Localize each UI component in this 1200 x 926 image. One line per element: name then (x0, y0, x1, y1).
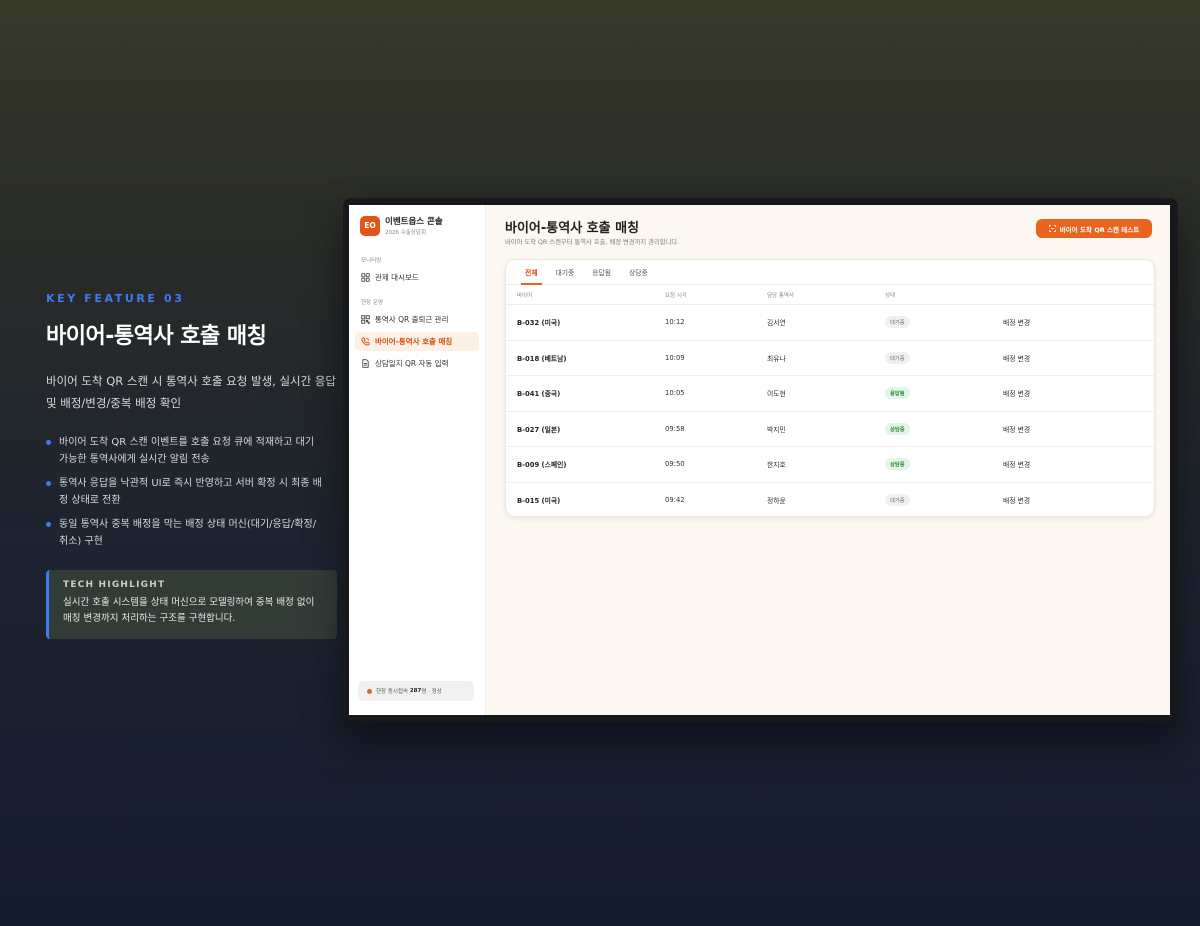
tech-highlight-text: 실시간 호출 시스템을 상태 머신으로 모델링하여 중복 배정 없이 매칭 변경… (63, 597, 315, 624)
table-row: B-018 (베트남) 10:09 최유나 대기중 배정 변경 (506, 341, 1154, 376)
brand: EO 이벤트옵스 콘솔 2026 수출상담회 (349, 205, 485, 236)
feature-title: 바이어-통역사 호출 매칭 (46, 324, 267, 349)
interpreter-cell: 정하윤 (767, 496, 786, 505)
feature-bullet: 통역사 응답을 낙관적 UI로 즉시 반영하고 서버 확정 시 최종 배정 상태… (46, 475, 324, 509)
time-cell: 10:09 (665, 353, 685, 362)
buyer-cell: B-009 (스페인) (517, 461, 567, 470)
reassign-link[interactable]: 배정 변경 (1003, 317, 1154, 327)
table-row: B-041 (중국) 10:05 이도현 응답됨 배정 변경 (506, 376, 1154, 412)
time-cell: 09:58 (665, 424, 685, 433)
time-cell: 10:12 (665, 318, 685, 327)
interpreter-cell: 박지민 (767, 425, 786, 434)
main-content: 바이어-통역사 호출 매칭 바이어 도착 QR 스캔부터 통역사 호출, 배정 … (486, 205, 1170, 715)
tab-consulting[interactable]: 상담중 (620, 260, 657, 284)
bullet-dot-icon (46, 440, 51, 445)
reassign-link[interactable]: 배정 변경 (1003, 353, 1154, 363)
sidebar-item-label: 바이어-통역사 호출 매칭 (375, 337, 453, 346)
table-header: 바이어 요청 시각 담당 통역사 상태 (506, 285, 1154, 305)
bullet-dot-icon (46, 522, 51, 527)
sidebar: EO 이벤트옵스 콘솔 2026 수출상담회 모니터링 관제 대시보드 현장 운… (349, 205, 486, 715)
table-row: B-032 (미국) 10:12 김서연 대기중 배정 변경 (506, 305, 1154, 341)
column-buyer: 바이어 (517, 292, 533, 299)
sidebar-item-label: 상담일지 QR 자동 입력 (375, 359, 449, 368)
call-table-card: 전체 대기중 응답됨 상담중 바이어 요청 시각 담당 통역사 상태 B-032… (505, 259, 1155, 517)
feature-bullet: 동일 통역사 중복 배정을 막는 배정 상태 머신(대기/응답/확정/취소) 구… (46, 516, 324, 550)
tab-all[interactable]: 전체 (516, 260, 547, 285)
table-row: B-015 (미국) 09:42 정하윤 대기중 배정 변경 (506, 483, 1154, 517)
column-interpreter: 담당 통역사 (767, 292, 795, 299)
sidebar-section-ops: 현장 운영 (361, 300, 383, 306)
feature-eyebrow: KEY FEATURE 03 (46, 292, 185, 305)
time-cell: 09:50 (665, 460, 685, 469)
time-cell: 10:05 (665, 389, 685, 398)
status-badge: 상담중 (885, 458, 910, 471)
interpreter-cell: 최유나 (767, 354, 786, 363)
reassign-link[interactable]: 배정 변경 (1003, 388, 1154, 398)
buyer-cell: B-027 (일본) (517, 425, 561, 434)
qr-icon (361, 315, 370, 324)
tech-highlight-box: TECH HIGHLIGHT 실시간 호출 시스템을 상태 머신으로 모델링하여… (46, 570, 337, 639)
status-badge: 대기중 (885, 316, 910, 329)
buyer-cell: B-018 (베트남) (517, 354, 567, 363)
page-title: 바이어-통역사 호출 매칭 (505, 221, 640, 236)
sidebar-item-consult-log[interactable]: 상담일지 QR 자동 입력 (355, 354, 479, 373)
qr-scan-test-button[interactable]: 바이어 도착 QR 스캔 테스트 (1036, 219, 1152, 238)
interpreter-cell: 김서연 (767, 319, 786, 328)
sidebar-item-label: 통역사 QR 출퇴근 관리 (375, 315, 449, 324)
buyer-cell: B-015 (미국) (517, 496, 561, 505)
interpreter-cell: 이도현 (767, 390, 786, 399)
status-dot-icon (367, 688, 372, 694)
app-screen: EO 이벤트옵스 콘솔 2026 수출상담회 모니터링 관제 대시보드 현장 운… (349, 205, 1170, 715)
buyer-cell: B-032 (미국) (517, 319, 561, 328)
reassign-link[interactable]: 배정 변경 (1003, 424, 1154, 434)
sidebar-item-dashboard[interactable]: 관제 대시보드 (355, 268, 479, 287)
tab-waiting[interactable]: 대기중 (547, 260, 584, 284)
status-badge: 상담중 (885, 422, 910, 435)
sidebar-item-call-matching[interactable]: 바이어-통역사 호출 매칭 (355, 332, 479, 351)
brand-logo: EO (360, 215, 380, 236)
tab-responded[interactable]: 응답됨 (583, 260, 620, 284)
table-row: B-009 (스페인) 09:50 한지호 상담중 배정 변경 (506, 447, 1154, 483)
qr-scan-icon (1048, 225, 1056, 232)
sidebar-item-label: 관제 대시보드 (375, 273, 419, 282)
time-cell: 09:42 (665, 495, 685, 504)
status-tabs: 전체 대기중 응답됨 상담중 (506, 260, 1154, 285)
document-icon (362, 359, 369, 368)
brand-subtitle: 2026 수출상담회 (385, 230, 427, 236)
concurrent-count: 287 (409, 688, 422, 694)
grid-icon (361, 273, 370, 282)
bullet-dot-icon (46, 481, 51, 486)
reassign-link[interactable]: 배정 변경 (1003, 495, 1154, 505)
feature-bullets: 바이어 도착 QR 스캔 이벤트를 호출 요청 큐에 적재하고 대기 가능한 통… (46, 434, 324, 550)
sidebar-item-qr-attendance[interactable]: 통역사 QR 출퇴근 관리 (355, 310, 479, 329)
feature-bullet: 바이어 도착 QR 스캔 이벤트를 호출 요청 큐에 적재하고 대기 가능한 통… (46, 434, 324, 468)
connection-status: 현장 동시접속 287 명 · 정상 (358, 681, 474, 701)
page-subtitle: 바이어 도착 QR 스캔부터 통역사 호출, 배정 변경까지 관리합니다. (505, 239, 680, 246)
interpreter-cell: 한지호 (767, 461, 786, 470)
feature-description: 바이어 도착 QR 스캔 시 통역사 호출 요청 발생, 실시간 응답 및 배정… (46, 374, 337, 410)
sidebar-section-monitoring: 모니터링 (361, 258, 382, 264)
status-badge: 대기중 (885, 351, 910, 364)
buyer-cell: B-041 (중국) (517, 390, 561, 399)
tech-highlight-title: TECH HIGHLIGHT (63, 580, 166, 590)
table-row: B-027 (일본) 09:58 박지민 상담중 배정 변경 (506, 412, 1154, 447)
feature-panel: KEY FEATURE 03 바이어-통역사 호출 매칭 바이어 도착 QR 스… (46, 292, 337, 639)
status-badge: 응답됨 (885, 387, 910, 400)
column-status: 상태 (885, 292, 896, 299)
phone-icon (361, 337, 370, 346)
status-badge: 대기중 (885, 493, 910, 506)
brand-name: 이벤트옵스 콘솔 (385, 217, 443, 227)
column-request-time: 요청 시각 (665, 292, 687, 299)
reassign-link[interactable]: 배정 변경 (1003, 459, 1154, 469)
laptop-frame: EO 이벤트옵스 콘솔 2026 수출상담회 모니터링 관제 대시보드 현장 운… (343, 198, 1178, 723)
